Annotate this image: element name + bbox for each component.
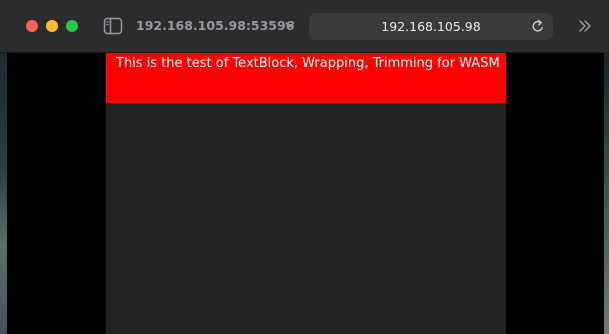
address-bar[interactable]: 192.168.105.98: [309, 13, 553, 40]
minimize-window-button[interactable]: [46, 20, 58, 32]
tab-host-label[interactable]: 192.168.105.98:53596: [136, 18, 294, 33]
reload-icon[interactable]: [531, 19, 545, 34]
zoom-window-button[interactable]: [66, 20, 78, 32]
desktop-wallpaper-right: [604, 53, 609, 334]
web-content: This is the test of TextBlock, Wrapping,…: [0, 53, 609, 334]
browser-toolbar: 192.168.105.98:53596 192.168.105.98: [0, 0, 609, 53]
desktop-wallpaper-left: [0, 53, 7, 334]
chevron-double-right-icon[interactable]: [578, 19, 592, 33]
sidebar-icon[interactable]: [103, 17, 123, 35]
address-bar-url[interactable]: 192.168.105.98: [309, 13, 553, 40]
textblock-text: This is the test of TextBlock, Wrapping,…: [116, 56, 500, 71]
chevron-down-icon[interactable]: [285, 21, 295, 29]
close-window-button[interactable]: [26, 20, 38, 32]
textblock-banner: This is the test of TextBlock, Wrapping,…: [106, 53, 506, 103]
app-page: This is the test of TextBlock, Wrapping,…: [106, 53, 506, 334]
